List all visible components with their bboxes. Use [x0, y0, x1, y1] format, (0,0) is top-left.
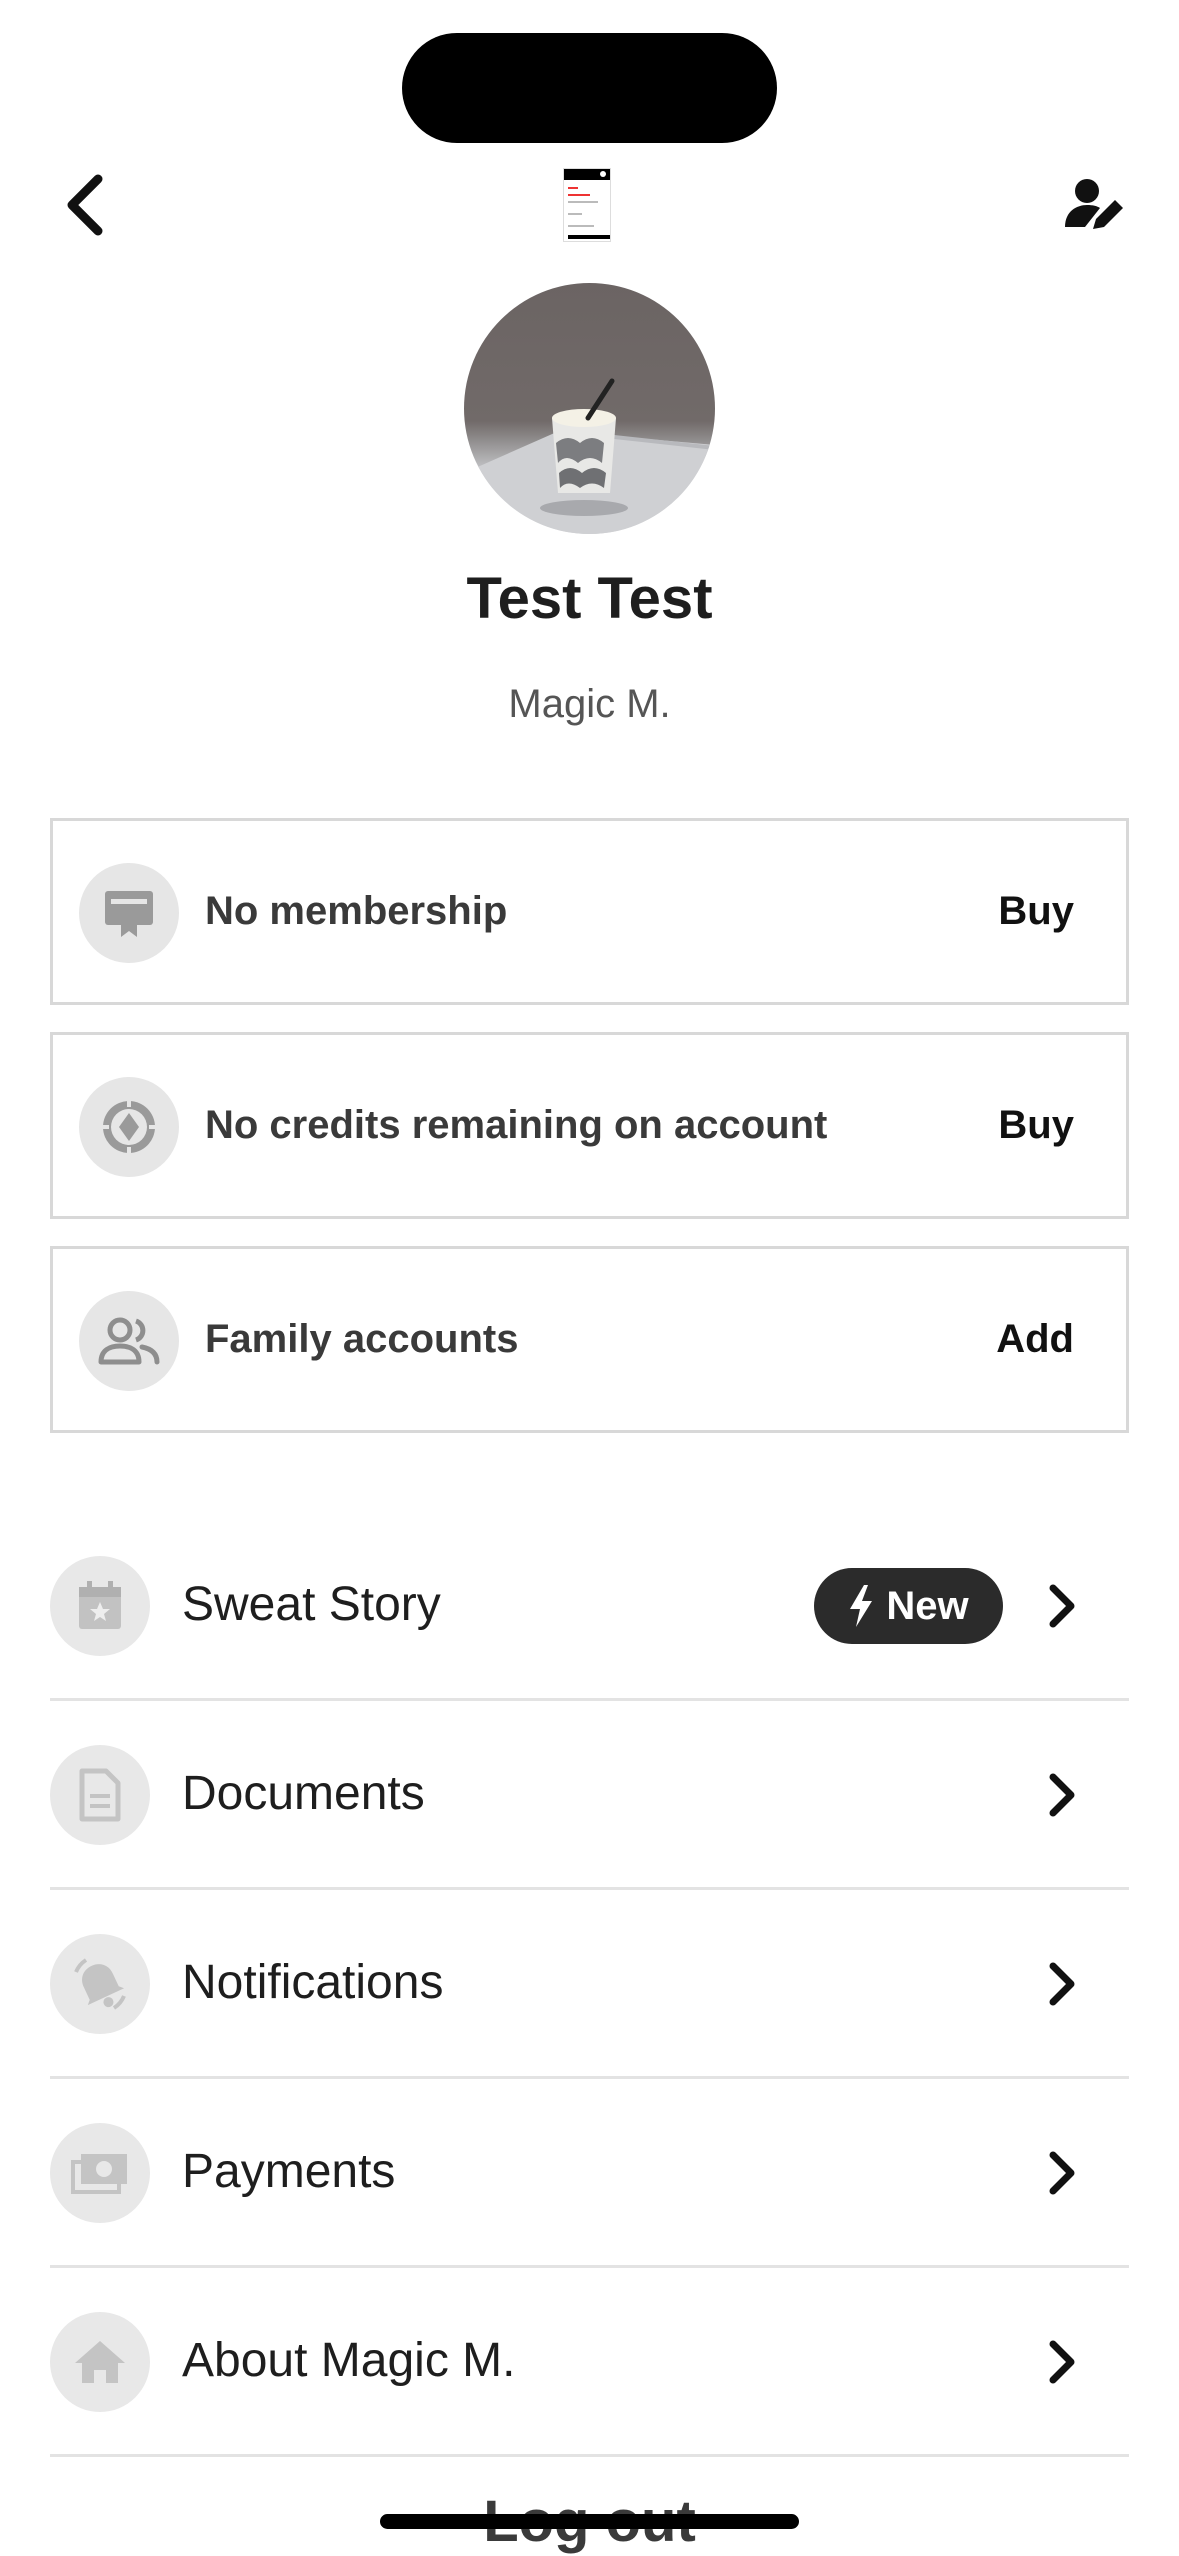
membership-card-icon: [79, 863, 179, 963]
profile-name: Test Test: [466, 566, 713, 631]
edit-profile-button[interactable]: [1050, 160, 1140, 250]
bell-icon: [50, 1934, 150, 2034]
new-badge: New: [814, 1568, 1003, 1644]
lightning-icon: [850, 1585, 873, 1627]
calendar-star-icon: [50, 1556, 150, 1656]
family-card: Family accounts Add: [50, 1246, 1129, 1433]
chevron-right-icon: [1037, 1578, 1087, 1634]
chevron-right-icon: [1037, 2145, 1087, 2201]
credits-label: No credits remaining on account: [205, 1103, 828, 1147]
avatar[interactable]: [464, 283, 715, 534]
menu-item-label: Payments: [182, 2145, 396, 2198]
family-label: Family accounts: [205, 1317, 519, 1361]
family-icon: [79, 1291, 179, 1391]
edit-profile-icon: [1065, 179, 1123, 229]
menu-item-payments[interactable]: Payments: [50, 2079, 1129, 2268]
menu-item-sweat-story[interactable]: Sweat Story New: [50, 1512, 1129, 1701]
menu-item-label: Sweat Story: [182, 1578, 441, 1631]
membership-label: No membership: [205, 889, 508, 933]
add-family-button[interactable]: Add: [996, 1249, 1074, 1430]
membership-card: No membership Buy: [50, 818, 1129, 1005]
menu-item-about[interactable]: About Magic M.: [50, 2268, 1129, 2457]
menu-item-documents[interactable]: Documents: [50, 1701, 1129, 1890]
home-indicator[interactable]: [380, 2514, 799, 2529]
menu-item-label: About Magic M.: [182, 2334, 516, 2387]
buy-membership-button[interactable]: Buy: [998, 821, 1074, 1002]
back-button[interactable]: [44, 160, 124, 250]
menu-item-notifications[interactable]: Notifications: [50, 1890, 1129, 2079]
chevron-right-icon: [1037, 1956, 1087, 2012]
chevron-right-icon: [1037, 2334, 1087, 2390]
menu-item-label: Documents: [182, 1767, 425, 1820]
top-bar: [0, 150, 1179, 260]
credits-card: No credits remaining on account Buy: [50, 1032, 1129, 1219]
avatar-photo: [464, 378, 715, 534]
menu-item-label: Notifications: [182, 1956, 444, 2009]
document-icon: [50, 1745, 150, 1845]
studio-logo-thumbnail: [563, 168, 611, 242]
credits-coin-icon: [79, 1077, 179, 1177]
chevron-right-icon: [1037, 1767, 1087, 1823]
dynamic-island: [402, 33, 777, 143]
home-icon: [50, 2312, 150, 2412]
new-badge-label: New: [886, 1583, 969, 1628]
chevron-left-icon: [67, 174, 103, 236]
studio-name: Magic M.: [508, 682, 671, 726]
money-icon: [50, 2123, 150, 2223]
buy-credits-button[interactable]: Buy: [998, 1035, 1074, 1216]
